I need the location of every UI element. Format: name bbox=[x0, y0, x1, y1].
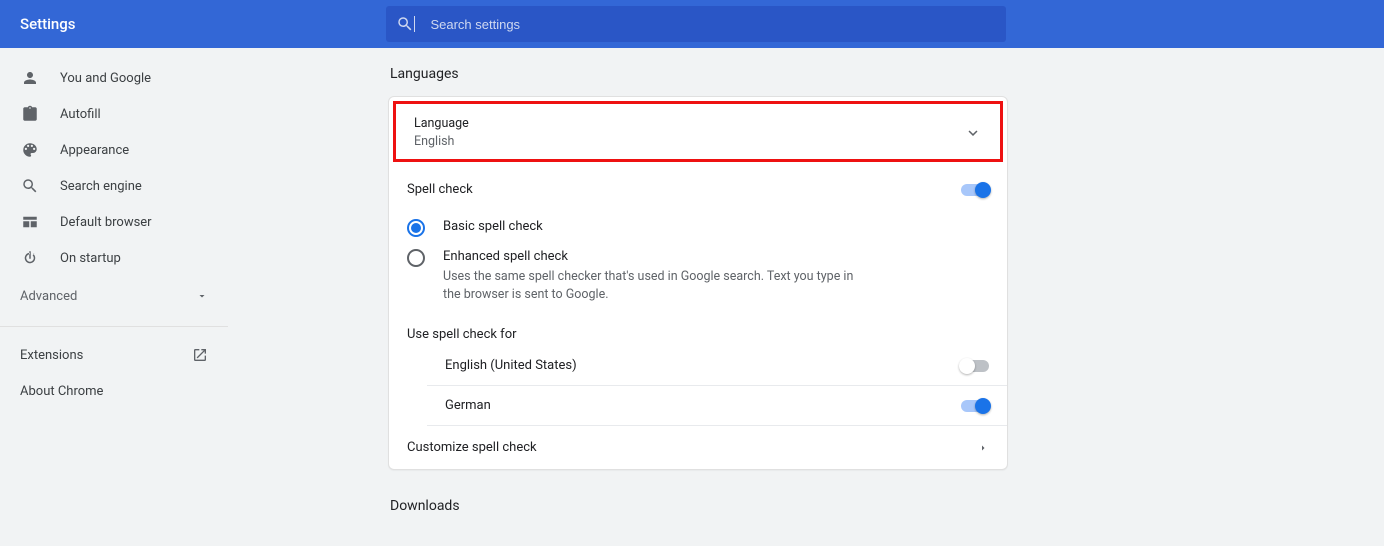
about-label: About Chrome bbox=[20, 384, 103, 399]
customize-spellcheck-row[interactable]: Customize spell check bbox=[389, 426, 1007, 469]
sidebar: You and Google Autofill Appearance Searc… bbox=[0, 48, 228, 546]
sidebar-item-you-and-google[interactable]: You and Google bbox=[0, 60, 228, 96]
language-label: Language bbox=[414, 116, 469, 131]
caret-down-icon bbox=[196, 290, 208, 302]
basic-spellcheck-label: Basic spell check bbox=[443, 219, 543, 234]
power-icon bbox=[20, 248, 40, 268]
section-title-downloads: Downloads bbox=[388, 498, 1384, 514]
spellcheck-lang-name: German bbox=[445, 398, 491, 413]
chevron-right-icon bbox=[977, 442, 989, 454]
enhanced-spellcheck-radio[interactable]: Enhanced spell check Uses the same spell… bbox=[407, 243, 989, 309]
radio-icon bbox=[407, 249, 425, 267]
spellcheck-toggle[interactable] bbox=[961, 184, 989, 196]
spellcheck-lang-name: English (United States) bbox=[445, 358, 577, 373]
spellcheck-lang-toggle[interactable] bbox=[961, 360, 989, 372]
sidebar-item-search-engine[interactable]: Search engine bbox=[0, 168, 228, 204]
spellcheck-row: Spell check bbox=[389, 166, 1007, 197]
sidebar-item-label: Search engine bbox=[60, 179, 142, 194]
person-icon bbox=[20, 68, 40, 88]
spellcheck-lang-row: German bbox=[427, 386, 1007, 426]
spellcheck-title: Spell check bbox=[407, 182, 473, 197]
sidebar-item-label: Appearance bbox=[60, 143, 129, 158]
search-box[interactable] bbox=[386, 6, 1006, 42]
divider bbox=[0, 326, 228, 327]
enhanced-spellcheck-label: Enhanced spell check bbox=[443, 249, 863, 264]
sidebar-item-on-startup[interactable]: On startup bbox=[0, 240, 228, 276]
main-content: Languages Language English Spell check B… bbox=[228, 48, 1384, 546]
sidebar-item-label: Default browser bbox=[60, 215, 152, 230]
language-value: English bbox=[414, 134, 469, 149]
sidebar-item-label: On startup bbox=[60, 251, 121, 266]
sidebar-item-label: Autofill bbox=[60, 107, 101, 122]
sidebar-item-label: You and Google bbox=[60, 71, 151, 86]
section-title-languages: Languages bbox=[388, 66, 1384, 82]
language-selector[interactable]: Language English bbox=[393, 101, 1003, 162]
basic-spellcheck-radio[interactable]: Basic spell check bbox=[407, 213, 989, 243]
header-bar: Settings bbox=[0, 0, 1384, 48]
clipboard-icon bbox=[20, 104, 40, 124]
spellcheck-lang-toggle[interactable] bbox=[961, 400, 989, 412]
palette-icon bbox=[20, 140, 40, 160]
page-title: Settings bbox=[16, 15, 76, 33]
extensions-label: Extensions bbox=[20, 348, 83, 363]
sidebar-item-appearance[interactable]: Appearance bbox=[0, 132, 228, 168]
sidebar-item-about[interactable]: About Chrome bbox=[0, 373, 228, 409]
search-input[interactable] bbox=[430, 17, 995, 32]
search-icon bbox=[396, 15, 414, 33]
sidebar-item-default-browser[interactable]: Default browser bbox=[0, 204, 228, 240]
spellcheck-lang-row: English (United States) bbox=[427, 346, 1007, 386]
radio-icon bbox=[407, 219, 425, 237]
chevron-down-icon bbox=[964, 124, 982, 142]
sidebar-item-advanced[interactable]: Advanced bbox=[0, 276, 228, 316]
search-icon bbox=[20, 176, 40, 196]
sidebar-item-extensions[interactable]: Extensions bbox=[0, 337, 228, 373]
languages-card: Language English Spell check Basic spell… bbox=[388, 96, 1008, 470]
browser-icon bbox=[20, 212, 40, 232]
advanced-label: Advanced bbox=[20, 289, 77, 304]
external-link-icon bbox=[192, 347, 208, 363]
enhanced-spellcheck-desc: Uses the same spell checker that's used … bbox=[443, 268, 863, 303]
input-cursor bbox=[414, 16, 415, 32]
customize-spellcheck-label: Customize spell check bbox=[407, 440, 537, 455]
sidebar-item-autofill[interactable]: Autofill bbox=[0, 96, 228, 132]
use-spellcheck-for-label: Use spell check for bbox=[389, 315, 1007, 346]
